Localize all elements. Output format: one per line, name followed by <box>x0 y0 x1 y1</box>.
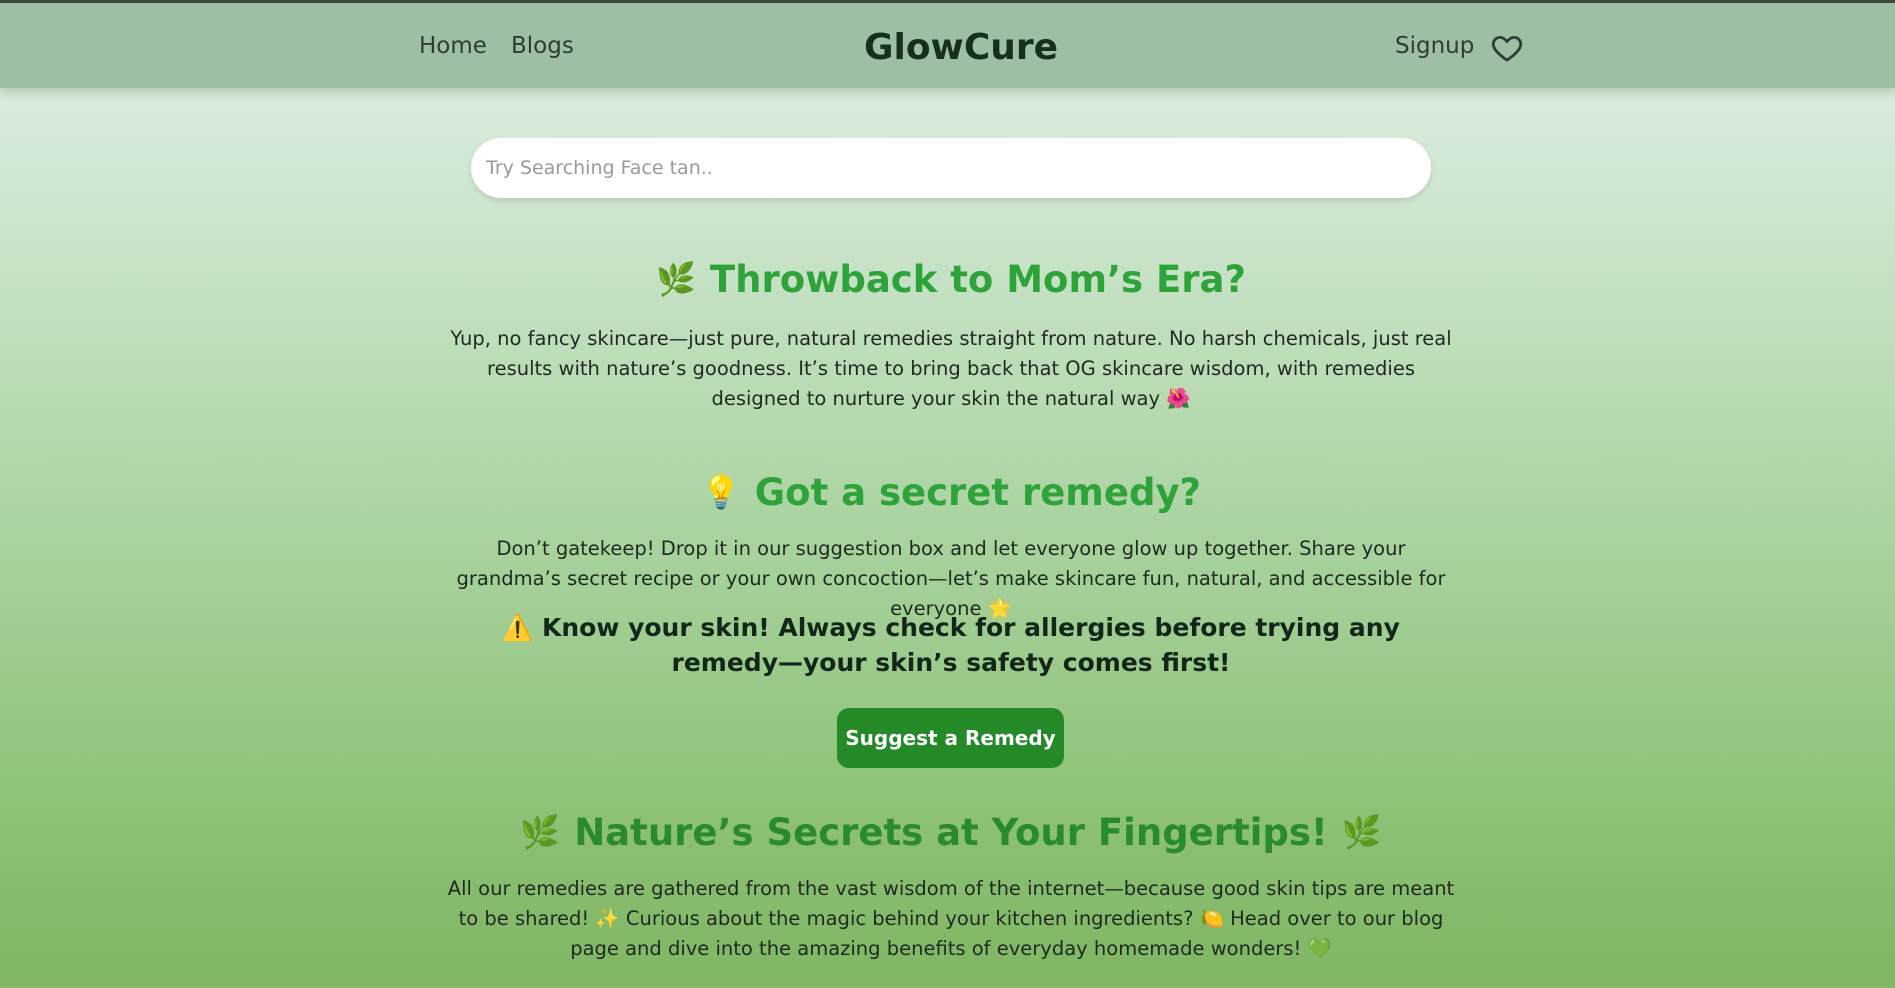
herb-icon: 🌿 <box>1341 813 1382 851</box>
nav-signup-link[interactable]: Signup <box>1395 33 1474 59</box>
lightbulb-icon: 💡 <box>700 473 741 511</box>
section-throwback-heading: 🌿 Throwback to Mom’s Era? <box>447 257 1455 302</box>
section-nature-heading: 🌿 Nature’s Secrets at Your Fingertips! 🌿 <box>387 810 1515 855</box>
section-throwback-text: Yup, no fancy skincare—just pure, natura… <box>450 327 1452 410</box>
section-throwback: 🌿 Throwback to Mom’s Era? <box>447 257 1455 302</box>
section-nature-text: All our remedies are gathered from the v… <box>447 877 1455 960</box>
section-secret: 💡 Got a secret remedy? <box>447 470 1455 515</box>
navbar: Home Blogs GlowCure Signup <box>0 3 1895 88</box>
section-throwback-body: Yup, no fancy skincare—just pure, natura… <box>447 324 1455 414</box>
herb-icon: 🌿 <box>520 813 561 851</box>
allergy-warning: ⚠️ Know your skin! Always check for alle… <box>480 610 1422 680</box>
section-nature: 🌿 Nature’s Secrets at Your Fingertips! 🌿 <box>387 810 1515 855</box>
allergy-warning-text: ⚠️ Know your skin! Always check for alle… <box>502 613 1400 677</box>
section-secret-heading: 💡 Got a secret remedy? <box>447 470 1455 515</box>
section-secret-title: Got a secret remedy? <box>754 471 1202 514</box>
suggest-remedy-button[interactable]: Suggest a Remedy <box>837 708 1064 768</box>
heart-icon[interactable] <box>1490 31 1524 65</box>
herb-icon: 🌿 <box>656 260 696 298</box>
section-throwback-title: Throwback to Mom’s Era? <box>709 258 1246 301</box>
search-input[interactable] <box>471 138 1431 198</box>
section-nature-title: Nature’s Secrets at Your Fingertips! <box>574 811 1328 854</box>
brand-logo[interactable]: GlowCure <box>0 27 1895 68</box>
section-nature-body: All our remedies are gathered from the v… <box>447 874 1455 964</box>
